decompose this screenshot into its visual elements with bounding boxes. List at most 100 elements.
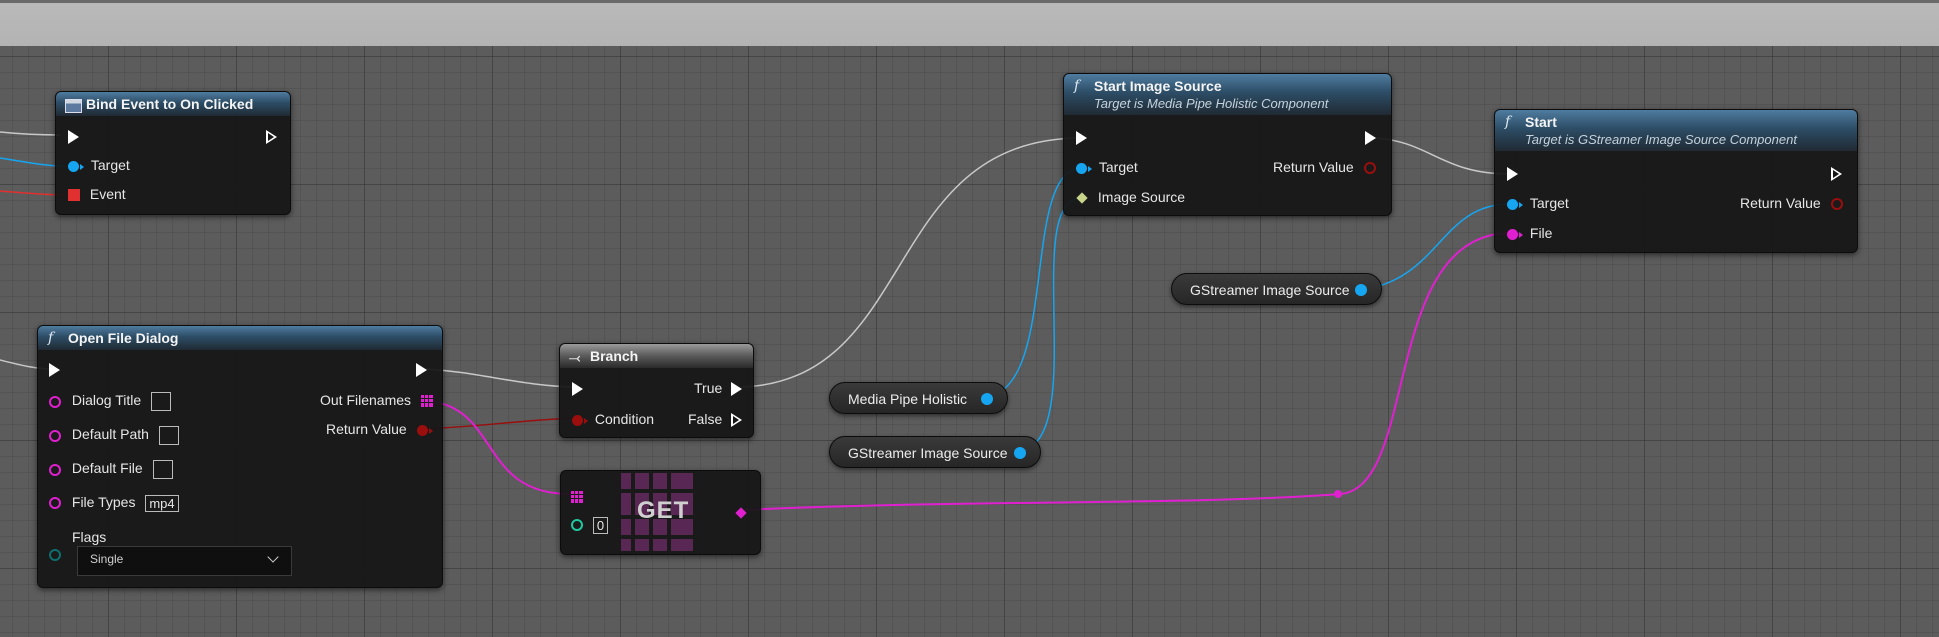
out-filenames-pin[interactable]: Out Filenames — [320, 392, 433, 408]
exec-out-pin[interactable] — [1831, 165, 1842, 182]
exec-out-icon — [266, 130, 277, 145]
chevron-down-icon — [267, 551, 279, 563]
flags-pin[interactable] — [49, 546, 61, 562]
flags-dropdown-value: Single — [90, 552, 124, 566]
index-input[interactable]: 0 — [592, 516, 609, 534]
string-pin-icon — [49, 429, 61, 442]
media-pipe-holistic-variable[interactable]: Media Pipe Holistic — [829, 382, 1008, 414]
exec-out-icon — [416, 363, 427, 378]
start-image-source-title: Start Image Source — [1094, 78, 1222, 94]
return-value-label: Return Value — [1273, 159, 1354, 175]
gstreamer-image-source-variable[interactable]: GStreamer Image Source — [1171, 273, 1382, 305]
return-value-label: Return Value — [326, 421, 407, 437]
default-file-pin[interactable]: Default File — [49, 460, 173, 479]
array-in-pin[interactable] — [571, 488, 583, 504]
open-file-dialog-node[interactable]: f Open File Dialog Dialog Title Default … — [37, 325, 443, 588]
start-image-source-subtitle: Target is Media Pipe Holistic Component — [1094, 96, 1329, 111]
object-pin-icon — [68, 160, 84, 172]
return-value-pin[interactable]: Return Value — [326, 421, 433, 437]
false-pin[interactable]: False — [688, 411, 743, 428]
branch-node[interactable]: ⤙ Branch True Condition False — [559, 343, 754, 438]
exec-out-icon — [1831, 167, 1842, 182]
interface-pin-icon — [1076, 192, 1088, 204]
exec-in-pin[interactable] — [1507, 165, 1518, 182]
start-title: Start — [1525, 114, 1557, 130]
bind-event-node[interactable]: Bind Event to On Clicked Target Event — [55, 91, 291, 215]
start-image-source-node[interactable]: f Start Image Source Target is Media Pip… — [1063, 73, 1392, 216]
get-out-pin[interactable] — [735, 504, 747, 520]
return-value-pin[interactable]: Return Value — [1740, 195, 1843, 211]
int-pin-icon — [571, 519, 583, 532]
exec-out-icon — [1365, 131, 1376, 146]
string-pin-icon — [49, 395, 61, 408]
gstreamer-image-source-variable[interactable]: GStreamer Image Source — [829, 436, 1041, 468]
exec-out-pin[interactable] — [266, 128, 277, 145]
object-pin-icon[interactable] — [1355, 284, 1367, 296]
target-pin[interactable]: Target — [1076, 159, 1138, 175]
variable-label: GStreamer Image Source — [848, 445, 1008, 461]
target-pin-label: Target — [1529, 195, 1569, 211]
dialog-title-input[interactable] — [151, 392, 172, 411]
exec-in-icon — [1076, 131, 1087, 146]
exec-out-pin[interactable] — [1365, 129, 1376, 146]
branch-header[interactable]: ⤙ Branch — [560, 344, 753, 368]
index-pin[interactable]: 0 — [571, 516, 609, 534]
exec-in-icon — [68, 130, 79, 145]
start-image-source-header[interactable]: f Start Image Source Target is Media Pip… — [1064, 74, 1391, 115]
start-node[interactable]: f Start Target is GStreamer Image Source… — [1494, 109, 1858, 253]
file-pin-label: File — [1529, 225, 1553, 241]
target-pin[interactable]: Target — [68, 157, 130, 173]
condition-label: Condition — [594, 411, 655, 427]
array-pin-icon — [420, 395, 433, 408]
default-path-input[interactable] — [158, 426, 179, 445]
default-file-input[interactable] — [152, 460, 173, 479]
object-pin-icon — [1507, 198, 1523, 210]
return-value-label: Return Value — [1740, 195, 1821, 211]
exec-in-pin[interactable] — [1076, 129, 1087, 146]
exec-in-pin[interactable] — [49, 361, 60, 378]
bind-event-title: Bind Event to On Clicked — [86, 96, 254, 112]
true-pin[interactable]: True — [694, 380, 743, 397]
event-dispatcher-icon — [65, 99, 82, 113]
file-types-input[interactable]: mp4 — [145, 494, 179, 512]
object-pin-icon[interactable] — [1014, 447, 1026, 459]
condition-pin[interactable]: Condition — [572, 411, 654, 427]
start-header[interactable]: f Start Target is GStreamer Image Source… — [1495, 110, 1857, 151]
flags-dropdown[interactable]: Single — [77, 546, 292, 576]
event-pin[interactable]: Event — [68, 186, 126, 202]
start-subtitle: Target is GStreamer Image Source Compone… — [1525, 132, 1797, 147]
exec-out-icon — [731, 413, 743, 428]
open-file-dialog-header[interactable]: f Open File Dialog — [38, 326, 442, 350]
array-pin-icon — [571, 491, 583, 504]
string-pin-icon — [1507, 228, 1523, 240]
string-pin-icon — [49, 497, 61, 510]
file-types-pin[interactable]: File Types mp4 — [49, 494, 179, 512]
object-pin-icon[interactable] — [981, 393, 993, 405]
true-label: True — [694, 380, 723, 396]
open-file-dialog-title: Open File Dialog — [68, 330, 179, 346]
bool-pin-icon — [572, 414, 588, 426]
file-types-label: File Types — [71, 494, 136, 510]
bind-event-header[interactable]: Bind Event to On Clicked — [56, 92, 290, 116]
default-path-pin[interactable]: Default Path — [49, 426, 179, 445]
bool-pin-icon — [416, 424, 433, 436]
string-pin-icon — [735, 507, 747, 519]
exec-in-pin[interactable] — [68, 128, 79, 145]
array-get-label: GET — [637, 497, 690, 524]
bool-pin-icon — [1363, 162, 1376, 175]
array-get-node[interactable]: GET 0 — [560, 470, 761, 555]
exec-out-pin[interactable] — [416, 361, 427, 378]
object-pin-icon — [1076, 162, 1092, 174]
bool-pin-icon — [1830, 198, 1843, 211]
string-pin-icon — [49, 463, 61, 476]
return-value-pin[interactable]: Return Value — [1273, 159, 1376, 175]
exec-in-pin[interactable] — [572, 380, 583, 397]
exec-in-icon — [1507, 167, 1518, 182]
target-pin[interactable]: Target — [1507, 195, 1569, 211]
file-pin[interactable]: File — [1507, 225, 1552, 241]
out-filenames-label: Out Filenames — [320, 392, 412, 408]
image-source-pin[interactable]: Image Source — [1076, 189, 1185, 205]
dialog-title-pin[interactable]: Dialog Title — [49, 392, 172, 411]
dialog-title-label: Dialog Title — [71, 392, 142, 409]
enum-pin-icon — [49, 549, 61, 562]
